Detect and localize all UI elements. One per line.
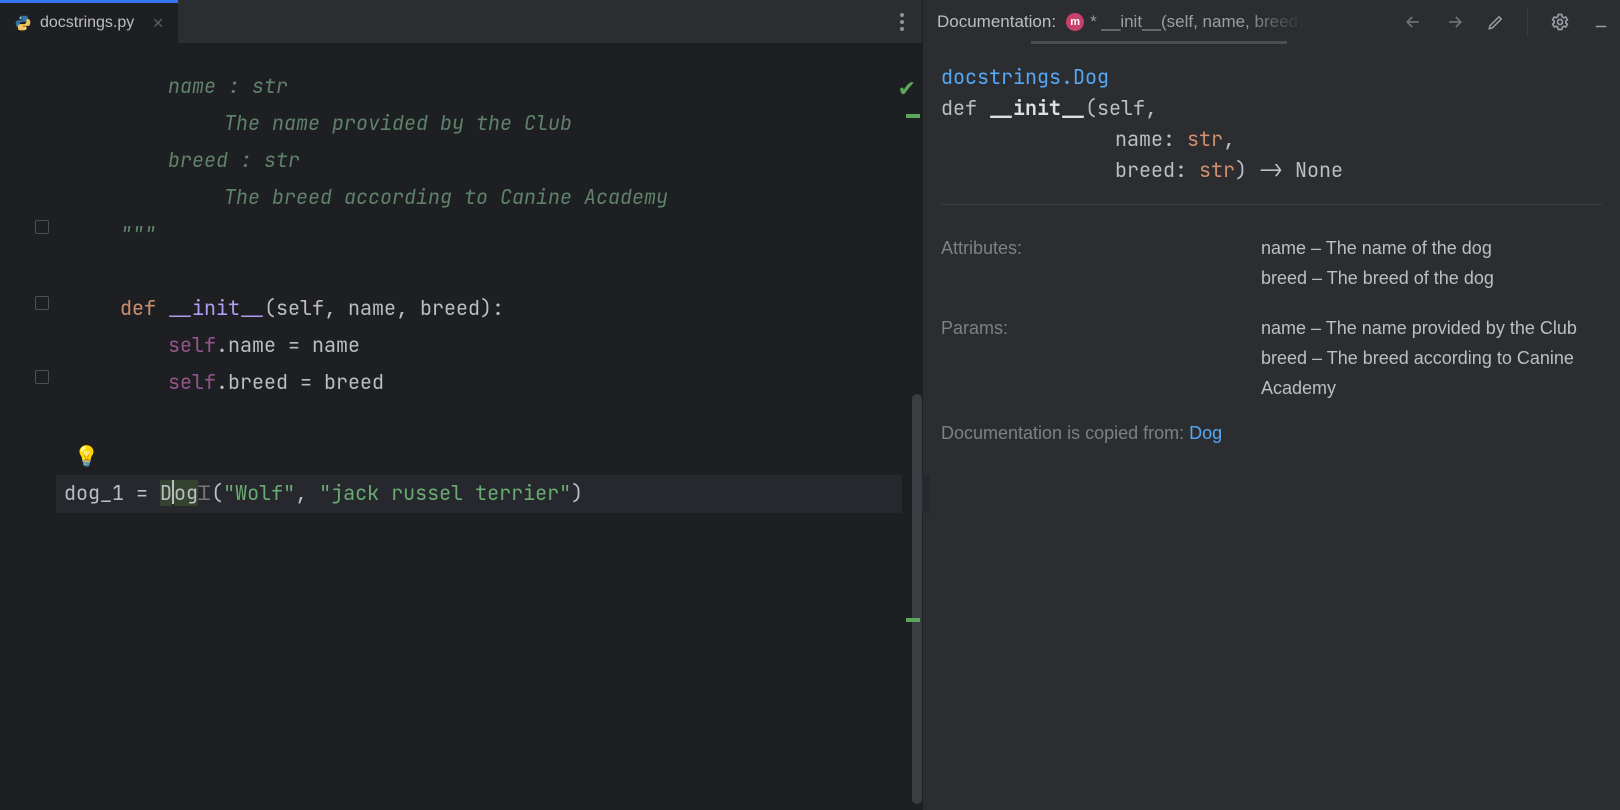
status-marker[interactable] [906, 618, 920, 622]
editor-body: 💡 name : str The name provided by the Cl… [0, 44, 922, 810]
doc-attributes-row: Attributes: name – The name of the dog b… [941, 233, 1602, 293]
documentation-pane: Documentation: m * __init__(self, name, … [922, 0, 1620, 810]
edit-icon[interactable] [1487, 13, 1505, 31]
python-file-icon [14, 14, 32, 32]
doc-params-row: Params: name – The name provided by the … [941, 313, 1602, 403]
paren-close: ) [571, 480, 583, 506]
sig-p2-type: str [1199, 157, 1235, 183]
doc-content: docstrings.Dog def __init__(self, name: … [923, 44, 1620, 444]
editor-tab-bar: docstrings.py ✕ [0, 0, 922, 44]
sig-open: (self, [1085, 95, 1157, 121]
class-ref-head: D [160, 480, 172, 506]
more-vert-icon [900, 13, 904, 31]
kw-def: def [941, 95, 989, 121]
nav-back-icon[interactable] [1403, 12, 1423, 32]
fold-marker-icon[interactable] [35, 220, 49, 234]
editor-pane: docstrings.py ✕ 💡 name : str The name pr… [0, 0, 922, 810]
close-tab-icon[interactable]: ✕ [152, 15, 164, 32]
kw-def: def [120, 295, 156, 321]
editor-tab-more[interactable] [882, 0, 922, 43]
doc-qualified-name[interactable]: docstrings.Dog [941, 64, 1109, 90]
ibeam-cursor-icon: Ꮖ [198, 476, 211, 513]
doc-copied-link[interactable]: Dog [1189, 423, 1222, 443]
root: docstrings.py ✕ 💡 name : str The name pr… [0, 0, 1620, 810]
var-dog1: dog_1 = [64, 480, 160, 506]
kw-self: self [168, 332, 216, 358]
docstring-line: breed : str [168, 147, 300, 173]
code-area[interactable]: name : str The name provided by the Club… [56, 44, 922, 810]
fold-marker-icon[interactable] [35, 370, 49, 384]
init-sig: (self, name, breed): [264, 295, 504, 321]
doc-attrs-label: Attributes: [941, 233, 1261, 293]
minimize-icon[interactable] [1592, 13, 1610, 31]
doc-attr-name: name – The name of the dog [1261, 233, 1602, 263]
toolbar-separator [1527, 9, 1528, 35]
doc-toolbar [1403, 9, 1610, 35]
doc-signature: docstrings.Dog def __init__(self, name: … [941, 62, 1602, 205]
sig-p1: name: [1115, 126, 1187, 152]
fold-marker-icon[interactable] [35, 296, 49, 310]
paren-open: ( [211, 480, 223, 506]
docstring-line: The breed according to Canine Academy [224, 184, 668, 210]
doc-breadcrumb-text: * __init__(self, name, breed) [1090, 12, 1304, 32]
fn-init: __init__ [168, 295, 264, 321]
doc-param-name: name – The name provided by the Club [1261, 313, 1602, 343]
doc-title: Documentation: [937, 12, 1056, 32]
sig-p2: breed: [1115, 157, 1199, 183]
sig-p1-tail: , [1223, 126, 1235, 152]
docstring-line: name : str [168, 73, 288, 99]
doc-copied-from: Documentation is copied from: Dog [941, 423, 1602, 444]
status-marker[interactable] [906, 114, 920, 118]
editor-gutter[interactable]: 💡 [0, 44, 56, 810]
gear-icon[interactable] [1550, 12, 1570, 32]
assign-name: .name = name [216, 332, 360, 358]
method-badge-icon: m [1066, 13, 1084, 31]
breadcrumb-underline [1031, 41, 1287, 44]
assign-breed: .breed = breed [216, 369, 384, 395]
str-breed: "jack russel terrier" [319, 480, 571, 506]
arg-sep: , [295, 480, 319, 506]
editor-tab-docstrings[interactable]: docstrings.py ✕ [0, 0, 178, 43]
kw-self: self [168, 369, 216, 395]
docstring-end: """ [120, 221, 156, 247]
doc-breadcrumb[interactable]: m * __init__(self, name, breed) [1066, 12, 1304, 32]
str-wolf: "Wolf" [223, 480, 295, 506]
inspection-ok-icon[interactable]: ✔ [898, 76, 916, 102]
sig-p1-type: str [1187, 126, 1223, 152]
docstring-line: The name provided by the Club [224, 110, 572, 136]
sig-p2-tail: ) -> None [1235, 157, 1343, 183]
sig-fn: __init__ [989, 95, 1085, 121]
doc-params-label: Params: [941, 313, 1261, 403]
doc-attr-breed: breed – The breed of the dog [1261, 263, 1602, 293]
doc-param-breed: breed – The breed according to Canine Ac… [1261, 343, 1602, 403]
editor-status-strip: ✔ [902, 44, 922, 810]
nav-forward-icon[interactable] [1445, 12, 1465, 32]
doc-header: Documentation: m * __init__(self, name, … [923, 0, 1620, 44]
scrollbar-thumb[interactable] [912, 394, 922, 804]
editor-tab-label: docstrings.py [40, 14, 134, 32]
class-ref-tail: og [174, 480, 198, 506]
doc-copied-prefix: Documentation is copied from: [941, 423, 1189, 443]
